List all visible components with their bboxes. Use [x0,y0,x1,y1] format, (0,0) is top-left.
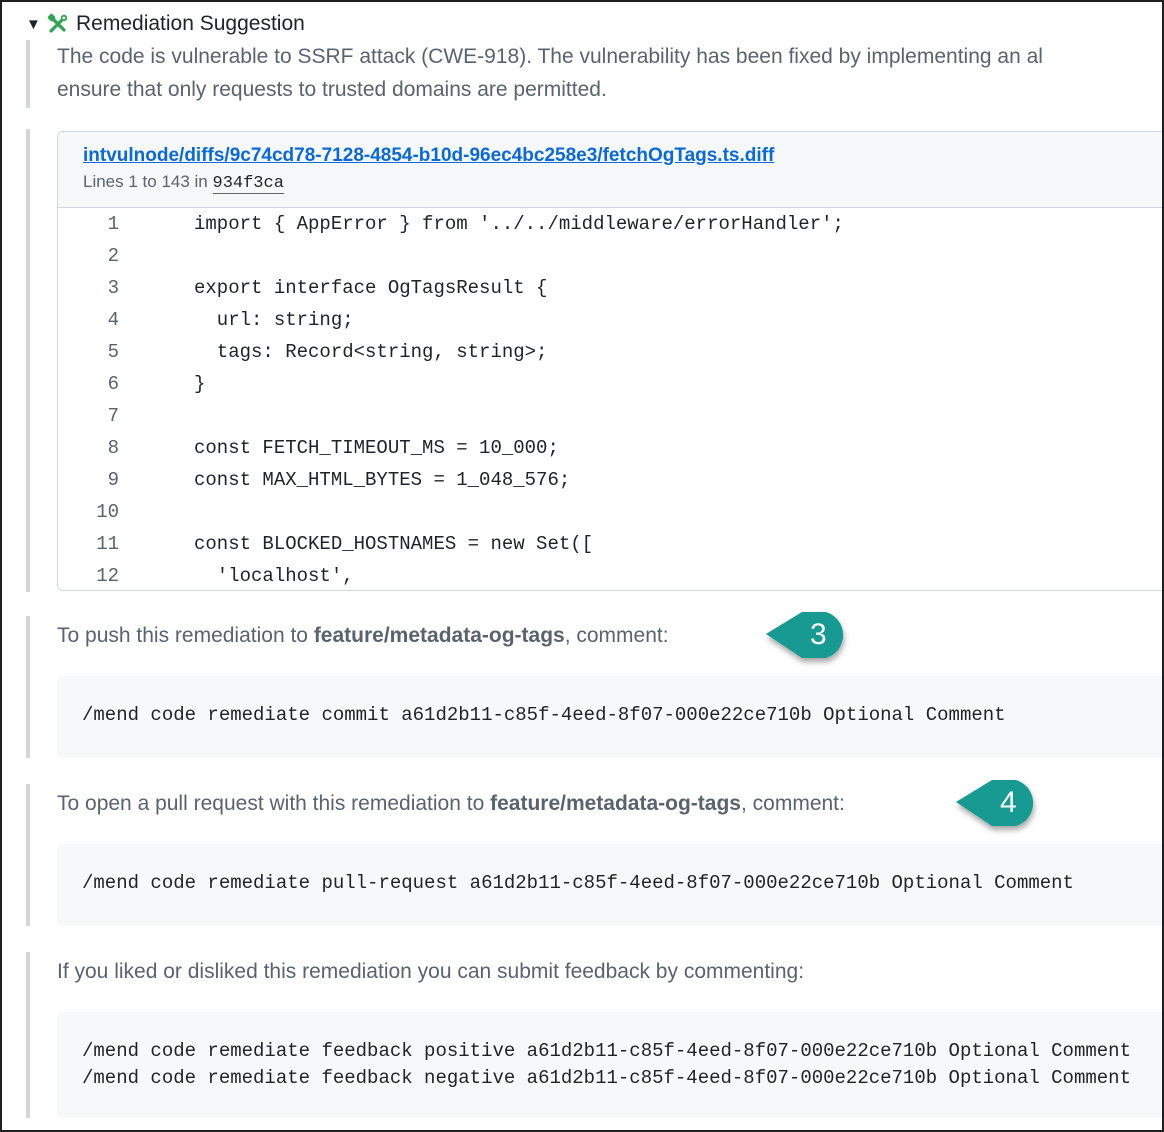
callout-4: 4 [954,776,1046,832]
pull-request-quote: To open a pull request with this remedia… [26,784,1162,926]
code-text: const BLOCKED_HOSTNAMES = new Set([ [194,533,594,555]
diff-lines-info: Lines 1 to 143 in 934f3ca [83,172,284,194]
tools-icon [46,12,70,36]
pr-prefix: To open a pull request with this remedia… [57,792,491,815]
line-number: 11 [96,533,119,555]
code-line: 2 [58,240,1162,272]
line-number: 6 [107,373,119,395]
pull-request-command-block[interactable]: /mend code remediate pull-request a61d2b… [57,844,1162,926]
line-number: 8 [107,437,119,459]
code-text: const MAX_HTML_BYTES = 1_048_576; [194,469,571,491]
description-line-2: ensure that only requests to trusted dom… [57,78,607,101]
code-line: 5 tags: Record<string, string>; [58,336,1162,368]
triangle-down-icon[interactable]: ▼ [26,17,46,32]
diff-header: intvulnode/diffs/9c74cd78-7128-4854-b10d… [58,132,1162,208]
push-command: /mend code remediate commit a61d2b11-c85… [82,704,1006,726]
remediation-panel: ▼ Remediation Suggestion The code is vul… [0,0,1164,1132]
push-suffix: , comment: [564,624,669,647]
diff-preview: intvulnode/diffs/9c74cd78-7128-4854-b10d… [57,131,1162,591]
description-quote: The code is vulnerable to SSRF attack (C… [26,40,1043,108]
code-text: } [194,373,206,395]
code-text: export interface OgTagsResult { [194,277,548,299]
code-line: 4 url: string; [58,304,1162,336]
code-line: 7 [58,400,1162,432]
line-number: 12 [96,565,119,587]
line-number: 1 [107,213,119,235]
push-quote: To push this remediation to feature/meta… [26,616,1162,758]
feedback-positive-command: /mend code remediate feedback positive a… [82,1040,1131,1062]
feedback-quote: If you liked or disliked this remediatio… [26,952,1162,1118]
feedback-negative-command: /mend code remediate feedback negative a… [82,1067,1131,1089]
line-number: 9 [107,469,119,491]
push-command-block[interactable]: /mend code remediate commit a61d2b11-c85… [57,676,1162,758]
callout-3-label: 3 [810,618,827,651]
diff-quote: intvulnode/diffs/9c74cd78-7128-4854-b10d… [26,129,1162,592]
code-line: 6} [58,368,1162,400]
remediation-summary-toggle[interactable]: ▼ Remediation Suggestion [26,10,305,38]
pull-request-instruction: To open a pull request with this remedia… [57,787,845,821]
line-number: 2 [107,245,119,267]
code-line: 1 import { AppError } from '../../middlew… [58,208,1162,240]
diff-file-link[interactable]: intvulnode/diffs/9c74cd78-7128-4854-b10d… [83,145,774,167]
code-text: 'localhost', [194,565,354,587]
code-line: 9 const MAX_HTML_BYTES = 1_048_576; [58,464,1162,496]
line-number: 5 [107,341,119,363]
code-line: 11 const BLOCKED_HOSTNAMES = new Set([ [58,528,1162,560]
summary-title: Remediation Suggestion [76,12,305,35]
code-text: tags: Record<string, string>; [194,341,548,363]
code-line: 8 const FETCH_TIMEOUT_MS = 10_000; [58,432,1162,464]
pull-request-command: /mend code remediate pull-request a61d2b… [82,872,1074,894]
push-prefix: To push this remediation to [57,624,314,647]
feedback-command-block[interactable]: /mend code remediate feedback positive a… [57,1012,1162,1118]
feedback-instruction: If you liked or disliked this remediatio… [57,960,805,983]
code-line: 3 export interface OgTagsResult { [58,272,1162,304]
push-branch: feature/metadata-og-tags [313,624,565,647]
callout-3: 3 [764,608,856,664]
description-line-1: The code is vulnerable to SSRF attack (C… [57,45,1043,68]
code-text: const FETCH_TIMEOUT_MS = 10_000; [194,437,559,459]
push-instruction: To push this remediation to feature/meta… [57,619,669,653]
code-line: 12 'localhost', [58,560,1162,590]
line-number: 4 [107,309,119,331]
callout-4-label: 4 [1000,786,1017,819]
pr-branch: feature/metadata-og-tags [490,792,741,815]
line-number: 10 [96,501,119,523]
commit-sha-link[interactable]: 934f3ca [212,174,284,194]
code-text: import { AppError } from '../../middlewa… [194,213,844,235]
diff-lines-range: Lines 1 to 143 in [83,172,208,191]
pr-suffix: , comment: [740,792,845,815]
code-text: url: string; [194,309,354,331]
code-line: 10 [58,496,1162,528]
line-number: 7 [107,405,119,427]
line-number: 3 [107,277,119,299]
